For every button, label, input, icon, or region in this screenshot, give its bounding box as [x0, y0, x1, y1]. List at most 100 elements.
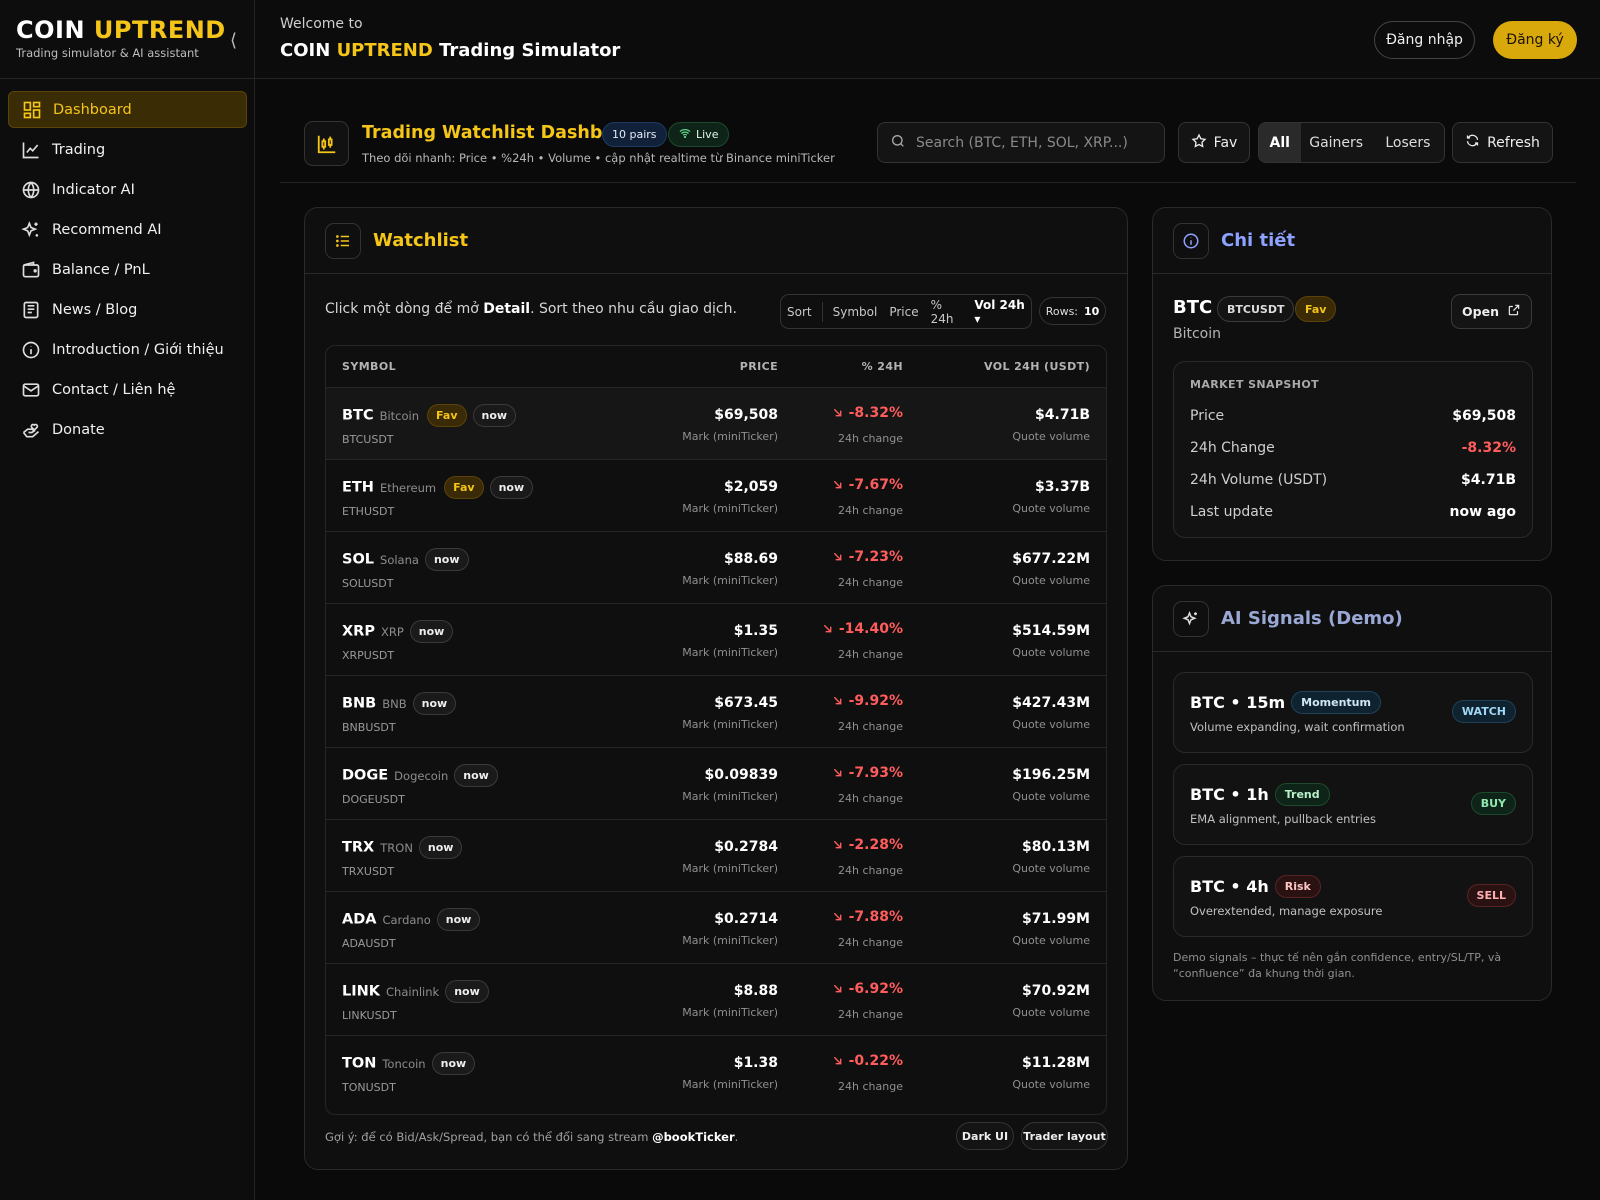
col-change[interactable]: % 24H	[862, 360, 903, 373]
header-divider	[280, 182, 1576, 183]
row-pair: ADAUSDT	[342, 937, 396, 950]
signal-card[interactable]: BTC • 15m Momentum Volume expanding, wait…	[1173, 672, 1533, 753]
row-price: $673.45	[714, 695, 778, 711]
row-pair: BNBUSDT	[342, 721, 396, 734]
row-symbol: TON Toncoin now	[342, 1052, 476, 1075]
sidebar-item-recommend-ai[interactable]: Recommend AI	[8, 211, 247, 248]
row-change-sub: 24h change	[838, 720, 903, 733]
row-pair: LINKUSDT	[342, 1009, 397, 1022]
table-row[interactable]: LINK Chainlink now LINKUSDT $8.88 Mark (miniT…	[326, 964, 1106, 1036]
row-coin-name: TRON	[380, 840, 413, 855]
sidebar-item-introduction[interactable]: Introduction / Giới thiệu	[8, 331, 247, 368]
sidebar-item-trading[interactable]: Trading	[8, 131, 247, 168]
table-row[interactable]: TRX TRON now TRXUSDT $0.2784 Mark (miniTicker…	[326, 820, 1106, 892]
row-symbol: BTC Bitcoin Fav now	[342, 404, 517, 427]
signal-card[interactable]: BTC • 1h Trend EMA alignment, pullback en…	[1173, 764, 1533, 845]
sparkles-icon	[1173, 600, 1209, 637]
detail-fav-badge[interactable]: Fav	[1295, 296, 1337, 322]
sort-volume[interactable]: Vol 24h ▾	[968, 298, 1031, 326]
row-change: -7.93%	[832, 765, 903, 782]
sidebar: COIN UPTREND Trading simulator & AI assi…	[0, 0, 255, 1200]
sidebar-item-balance[interactable]: Balance / PnL	[8, 251, 247, 288]
dark-ui-pill[interactable]: Dark UI	[956, 1122, 1014, 1150]
arrow-down-right-icon	[832, 694, 843, 710]
table-row[interactable]: ETH Ethereum Fav now ETHUSDT $2,059 Mark (mini…	[326, 460, 1106, 532]
register-button[interactable]: Đăng ký	[1493, 21, 1577, 59]
col-price[interactable]: PRICE	[740, 360, 778, 373]
row-pair: SOLUSDT	[342, 577, 394, 590]
row-volume-sub: Quote volume	[1012, 502, 1090, 515]
table-row[interactable]: XRP XRP now XRPUSDT $1.35 Mark (miniTicker) -1…	[326, 604, 1106, 676]
sidebar-item-label: News / Blog	[52, 301, 138, 318]
sidebar-item-dashboard[interactable]: Dashboard	[8, 91, 247, 128]
sidebar-item-news[interactable]: News / Blog	[8, 291, 247, 328]
col-volume[interactable]: VOL 24H (USDT)	[984, 360, 1090, 373]
brand-logo[interactable]: COIN UPTREND Trading simulator & AI assi…	[16, 16, 226, 60]
detail-header: Chi tiết	[1153, 208, 1551, 274]
sort-separator	[821, 301, 823, 322]
open-button[interactable]: Open	[1451, 294, 1532, 329]
sidebar-item-indicator-ai[interactable]: Indicator AI	[8, 171, 247, 208]
top-bar: Welcome to COIN UPTREND Trading Simulato…	[255, 0, 1600, 79]
trader-layout-pill[interactable]: Trader layout	[1021, 1122, 1108, 1150]
table-row[interactable]: TON Toncoin now TONUSDT $1.38 Mark (miniTicke…	[326, 1036, 1106, 1108]
row-symbol: BNB BNB now	[342, 692, 457, 715]
row-price: $1.35	[733, 623, 778, 639]
sort-symbol[interactable]: Symbol	[827, 305, 884, 319]
fav-tag[interactable]: Fav	[427, 404, 467, 427]
row-pair: TONUSDT	[342, 1081, 396, 1094]
signal-card[interactable]: BTC • 4h Risk Overextended, manage exposu…	[1173, 856, 1533, 937]
col-symbol[interactable]: SYMBOL	[342, 360, 396, 373]
sort-control: Sort Symbol Price % 24h Vol 24h ▾	[780, 294, 1032, 329]
row-volume-sub: Quote volume	[1012, 1078, 1090, 1091]
signal-desc: Volume expanding, wait confirmation	[1190, 720, 1405, 734]
fav-tag[interactable]: Fav	[444, 476, 484, 499]
table-row[interactable]: BTC Bitcoin Fav now BTCUSDT $69,508 Mark (mini…	[326, 388, 1106, 460]
filter-segment: All Gainers Losers	[1258, 122, 1445, 163]
table-row[interactable]: SOL Solana now SOLUSDT $88.69 Mark (miniTicke…	[326, 532, 1106, 604]
refresh-button[interactable]: Refresh	[1452, 122, 1553, 163]
watchlist-header: Watchlist	[305, 208, 1127, 274]
sidebar-item-donate[interactable]: Donate	[8, 411, 247, 448]
pairs-count-badge: 10 pairs	[602, 122, 667, 147]
now-tag: now	[445, 980, 489, 1003]
search-box[interactable]	[877, 122, 1165, 163]
row-volume: $677.22M	[1012, 551, 1090, 567]
signal-title: BTC • 4h Risk	[1190, 875, 1321, 898]
row-price: $88.69	[723, 551, 778, 567]
row-volume: $4.71B	[1035, 407, 1090, 423]
now-tag: now	[412, 692, 457, 715]
detail-coin-name: Bitcoin	[1173, 326, 1222, 342]
rows-selector[interactable]: Rows: 10	[1039, 297, 1106, 325]
info-icon	[1173, 222, 1209, 259]
filter-losers[interactable]: Losers	[1372, 123, 1444, 162]
row-volume: $71.99M	[1022, 911, 1090, 927]
signal-tag: Momentum	[1291, 691, 1381, 714]
collapse-sidebar-button[interactable]: ⟨	[230, 30, 237, 51]
detail-pair-badge: BTCUSDT	[1217, 296, 1295, 322]
hand-heart-icon	[20, 419, 42, 441]
ai-signals-header: AI Signals (Demo)	[1153, 586, 1551, 652]
table-row[interactable]: ADA Cardano now ADAUSDT $0.2714 Mark (miniTic…	[326, 892, 1106, 964]
row-change-sub: 24h change	[838, 792, 903, 805]
sidebar-item-label: Balance / PnL	[52, 261, 150, 278]
row-volume-sub: Quote volume	[1012, 934, 1090, 947]
now-tag: now	[489, 476, 534, 499]
sort-change[interactable]: % 24h	[925, 298, 969, 326]
row-price-sub: Mark (miniTicker)	[682, 718, 778, 731]
login-button[interactable]: Đăng nhập	[1374, 21, 1475, 59]
signal-desc: Overextended, manage exposure	[1190, 904, 1383, 918]
filter-all[interactable]: All	[1259, 123, 1301, 162]
watchlist-hint: Click một dòng để mở Detail. Sort theo n…	[325, 301, 737, 317]
fav-filter-button[interactable]: Fav	[1178, 122, 1250, 163]
row-volume: $427.43M	[1012, 695, 1090, 711]
search-input[interactable]	[916, 134, 1156, 151]
row-price-sub: Mark (miniTicker)	[682, 646, 778, 659]
sort-price[interactable]: Price	[883, 305, 924, 319]
table-row[interactable]: DOGE Dogecoin now DOGEUSDT $0.09839 Mark (min…	[326, 748, 1106, 820]
table-row[interactable]: BNB BNB now BNBUSDT $673.45 Mark (miniTicker)…	[326, 676, 1106, 748]
signal-tag: Trend	[1274, 783, 1330, 806]
sidebar-item-contact[interactable]: Contact / Liên hệ	[8, 371, 247, 408]
signals-note: Demo signals – thực tế nên gắn confidenc…	[1173, 951, 1502, 980]
filter-gainers[interactable]: Gainers	[1301, 123, 1372, 162]
